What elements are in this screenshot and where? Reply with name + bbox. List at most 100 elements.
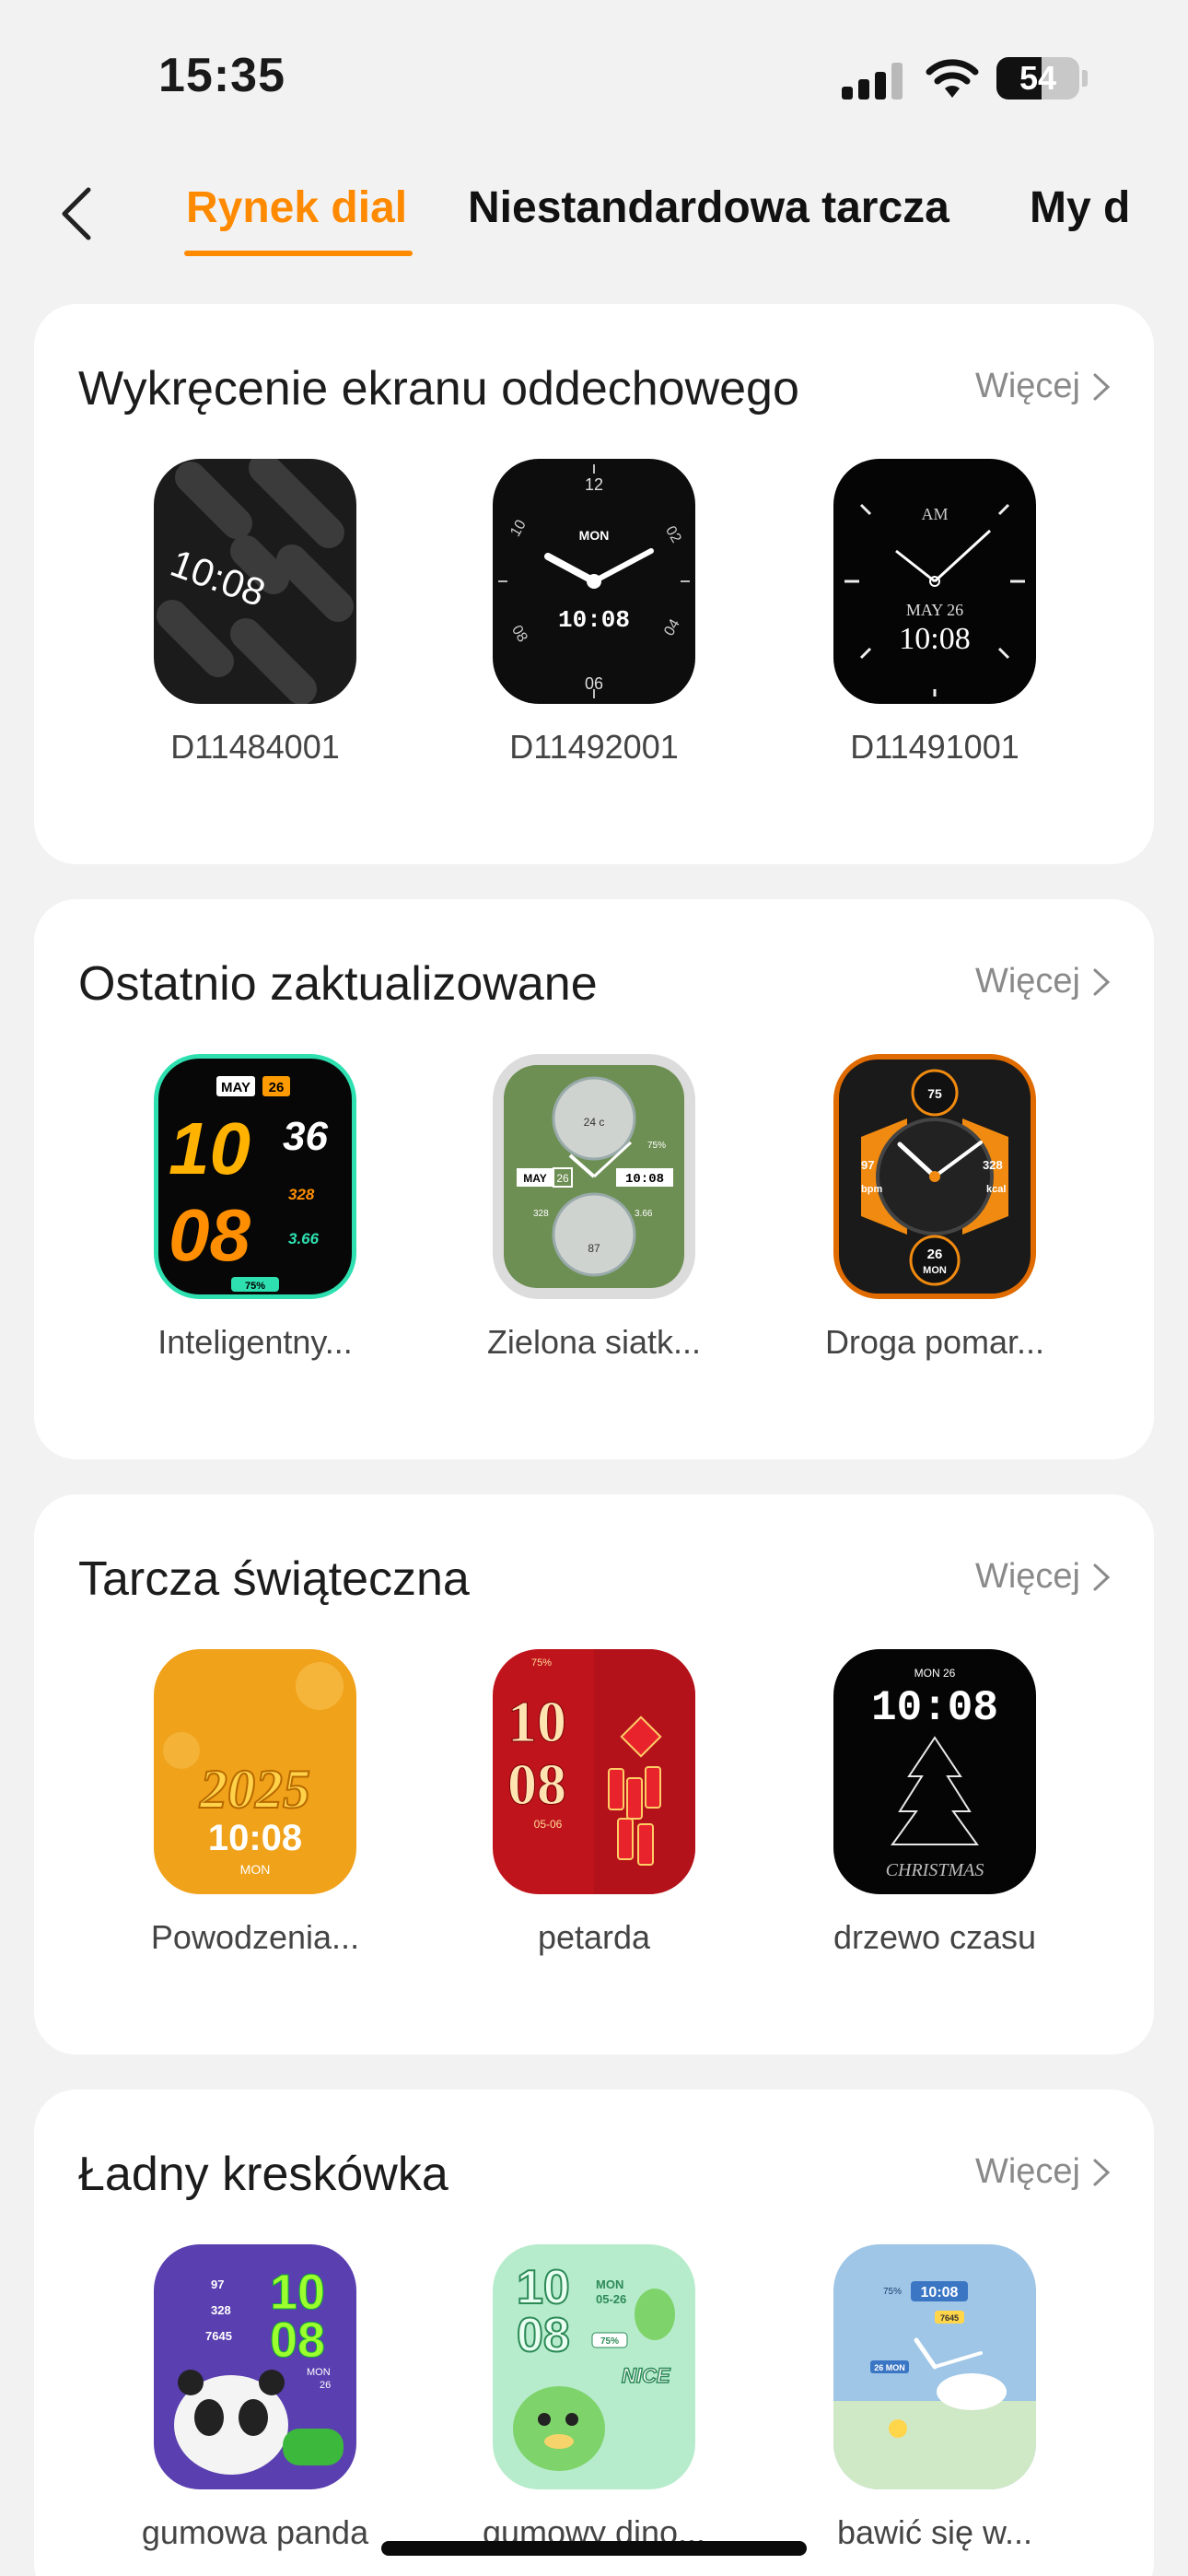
section-title: Ostatnio zaktualizowane — [78, 957, 598, 1011]
dial-minute: 08 — [270, 2313, 325, 2368]
chevron-right-icon — [1093, 1563, 1111, 1590]
dial-card[interactable]: 2025 10:08 MON — [154, 1649, 356, 1894]
dial-stat2: 3.66 — [288, 1230, 320, 1247]
dial-weekday: MON — [596, 2277, 623, 2291]
dial-minute: 08 — [517, 2309, 570, 2362]
more-button[interactable]: Więcej — [975, 2152, 1113, 2192]
dial-name: Powodzenia... — [150, 1918, 360, 1956]
dial-stat1: 328 — [211, 2303, 231, 2317]
more-button[interactable]: Więcej — [975, 1557, 1113, 1597]
dial-face-pills: 10:08 — [154, 459, 356, 704]
more-label: Więcej — [974, 1557, 1080, 1596]
more-label: Więcej — [974, 2152, 1080, 2191]
dial-preview: 24 c 87 75% MAY 26 10:08 3.66 328 — [493, 1054, 695, 1299]
dial-day: 26 — [927, 1247, 943, 1262]
dial-date: 05-06 — [534, 1818, 563, 1831]
more-label: Więcej — [974, 962, 1080, 1001]
dial-right-label: kcal — [986, 1184, 1006, 1195]
dial-card[interactable]: 97 328 7645 10 08 MON 26 — [154, 2244, 356, 2489]
dial-face-dino: 10 08 MON 05-26 75% NICE — [493, 2244, 695, 2489]
dial-caption: NICE — [622, 2364, 671, 2387]
dial-card[interactable]: AM MAY 26 10:08 — [833, 459, 1036, 704]
dial-face-elegant: AM MAY 26 10:08 — [833, 459, 1036, 704]
section-recently-updated: Ostatnio zaktualizowane Więcej MAY 26 10… — [34, 899, 1154, 1459]
section-title: Wykręcenie ekranu oddechowego — [78, 362, 799, 416]
dial-face-green: 24 c 87 75% MAY 26 10:08 3.66 328 — [493, 1054, 695, 1299]
section-holiday-dials: Tarcza świąteczna Więcej 2025 10:08 MON … — [34, 1494, 1154, 2055]
dial-time: 10:08 — [208, 1818, 302, 1858]
dial-weekday: MON — [307, 2367, 331, 2378]
dial-battery: 75% — [883, 2287, 902, 2297]
dial-card[interactable]: 10:08 75% 7645 26 MON — [833, 2244, 1036, 2489]
dial-face-firecracker: 75% 10 08 05-06 — [493, 1649, 695, 1894]
dial-preview: AM MAY 26 10:08 — [833, 459, 1036, 704]
dial-name: bawić się w... — [836, 2513, 1033, 2551]
dial-stat1: 328 — [288, 1186, 315, 1203]
dial-card[interactable]: 75% 10 08 05-06 — [493, 1649, 695, 1894]
dial-card[interactable]: 10:08 — [154, 459, 356, 704]
more-label: Więcej — [974, 367, 1080, 405]
dial-card[interactable]: 12 06 10 02 08 04 MON 10:08 — [493, 459, 695, 704]
dial-name: drzewo czasu — [833, 1918, 1037, 1956]
dial-steps: 7645 — [940, 2313, 959, 2323]
dial-preview: 10 08 MON 05-26 75% NICE — [493, 2244, 695, 2489]
dial-name: Zielona siatk... — [486, 1323, 702, 1361]
dial-seconds: 36 — [283, 1114, 328, 1159]
dial-month: MAY — [221, 1080, 250, 1095]
dial-stat1: 328 — [533, 1209, 549, 1219]
dial-weekday: MON — [240, 1862, 271, 1877]
chevron-right-icon — [1093, 968, 1111, 995]
dial-card[interactable]: 75 97 bpm 328 kcal 26 MON — [833, 1054, 1036, 1299]
active-tab-underline — [184, 251, 413, 256]
dial-date: 05-26 — [596, 2292, 626, 2306]
dial-card[interactable]: MAY 26 10 08 36 328 3.66 75% — [154, 1054, 356, 1299]
dial-name: D11484001 — [170, 728, 340, 766]
dial-card[interactable]: 24 c 87 75% MAY 26 10:08 3.66 328 — [493, 1054, 695, 1299]
dial-preview: 2025 10:08 MON — [154, 1649, 356, 1894]
dial-date: 26 MON — [874, 2363, 905, 2372]
dial-preview: 97 328 7645 10 08 MON 26 — [154, 2244, 356, 2489]
dial-preview: 10:08 — [154, 459, 356, 704]
dial-temp: 24 c — [584, 1116, 605, 1129]
dial-top-value: 75 — [927, 1086, 942, 1101]
dial-hour: 10 — [270, 2265, 325, 2320]
dial-battery: 75% — [245, 1281, 265, 1292]
dial-preview: MAY 26 10 08 36 328 3.66 75% — [154, 1054, 356, 1299]
dial-battery: 75% — [600, 2336, 619, 2347]
dial-day: 26 — [269, 1080, 285, 1095]
dial-name: Inteligentny... — [157, 1323, 353, 1361]
dial-weekday: MON — [923, 1265, 947, 1276]
dial-left-value: 97 — [861, 1158, 874, 1172]
back-chevron-icon[interactable] — [44, 177, 118, 251]
section-title: Ładny kreskówka — [78, 2148, 448, 2201]
more-button[interactable]: Więcej — [975, 367, 1113, 406]
more-button[interactable]: Więcej — [975, 962, 1113, 1001]
tab-dial-market[interactable]: Rynek dial — [186, 182, 407, 233]
dial-time: 10:08 — [558, 606, 630, 634]
wifi-icon — [926, 59, 979, 98]
section-breathing-screen: Wykręcenie ekranu oddechowego Więcej 10:… — [34, 304, 1154, 864]
dial-name: gumowa panda — [141, 2513, 369, 2551]
battery-cap — [1082, 70, 1088, 87]
dial-weekday: MON — [579, 528, 610, 543]
dial-battery: 75% — [531, 1657, 552, 1669]
tab-my-dials[interactable]: My d — [1030, 182, 1130, 233]
section-title: Tarcza świąteczna — [78, 1552, 470, 1606]
dial-name: petarda — [537, 1918, 651, 1956]
chevron-right-icon — [1093, 373, 1111, 400]
dial-face-christmas-tree: MON 26 10:08 CHRISTMAS — [833, 1649, 1036, 1894]
status-bar: 15:35 54 — [0, 0, 1188, 157]
dial-face-panda: 97 328 7645 10 08 MON 26 — [154, 2244, 356, 2489]
dial-face-new-year: 2025 10:08 MON — [154, 1649, 356, 1894]
dial-face-orange-road: 75 97 bpm 328 kcal 26 MON — [833, 1054, 1036, 1299]
section-cartoon-dials: Ładny kreskówka Więcej 97 328 7645 10 08… — [34, 2090, 1154, 2576]
dial-steps: 7645 — [205, 2329, 232, 2343]
dial-year: 2025 — [199, 1759, 310, 1820]
dial-card[interactable]: 10 08 MON 05-26 75% NICE — [493, 2244, 695, 2489]
home-indicator — [381, 2541, 807, 2556]
dial-preview: MON 26 10:08 CHRISTMAS — [833, 1649, 1036, 1894]
tab-custom-dial[interactable]: Niestandardowa tarcza — [468, 182, 949, 233]
dial-card[interactable]: MON 26 10:08 CHRISTMAS — [833, 1649, 1036, 1894]
dial-face-smart: MAY 26 10 08 36 328 3.66 75% — [154, 1054, 356, 1299]
dial-time: 10:08 — [625, 1172, 664, 1187]
